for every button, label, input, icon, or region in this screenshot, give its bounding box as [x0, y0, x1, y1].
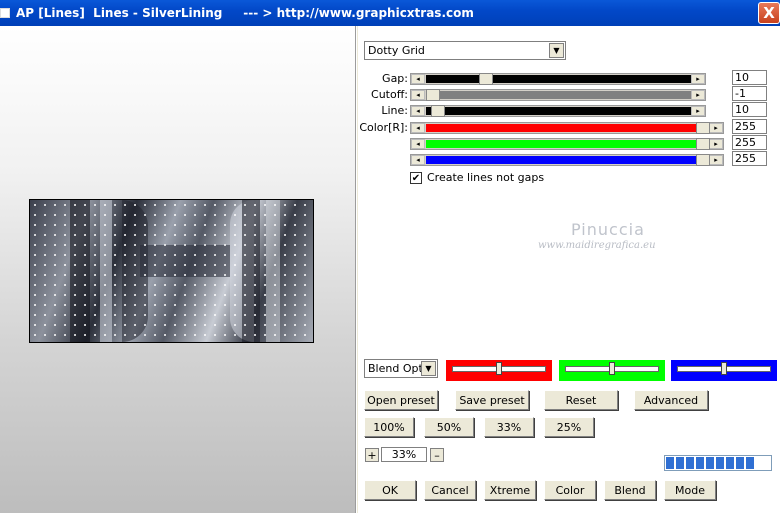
- arrow-right-icon[interactable]: ▸: [709, 155, 723, 165]
- slider-label: Gap:: [382, 72, 408, 85]
- color-slider-thumb[interactable]: [496, 362, 502, 375]
- progress-segment: [666, 457, 674, 469]
- arrow-right-icon[interactable]: ▸: [709, 123, 723, 133]
- arrow-left-icon[interactable]: ◂: [411, 139, 425, 149]
- slider-label: Line:: [381, 104, 408, 117]
- progress-segment: [696, 457, 704, 469]
- create-lines-checkbox[interactable]: ✔: [410, 172, 422, 184]
- window-title: AP [Lines] Lines - SilverLining --- > ht…: [16, 6, 474, 20]
- progress-segment: [716, 457, 724, 469]
- blend-selected: Blend Options: [368, 362, 422, 375]
- open-preset-button[interactable]: Open preset: [364, 390, 438, 410]
- slider-value[interactable]: -1: [732, 86, 767, 101]
- controls-panel: Dotty Grid ▼ Gap: ◂ ▸ 10 Cutoff: ◂ ▸ -1 Line: ◂ ▸ 1…: [358, 26, 780, 513]
- zoom-minus-button[interactable]: –: [430, 448, 444, 462]
- preview-pane: [0, 26, 355, 513]
- reset-button[interactable]: Reset: [544, 390, 618, 410]
- color-slider[interactable]: [446, 360, 552, 381]
- watermark-name: Pinuccia: [571, 220, 645, 239]
- zoom-100-button[interactable]: 100%: [364, 417, 414, 437]
- slider-value[interactable]: 10: [732, 70, 767, 85]
- slider-label: Cutoff:: [371, 88, 408, 101]
- slider-value[interactable]: 255: [732, 151, 767, 166]
- arrow-right-icon[interactable]: ▸: [691, 74, 705, 84]
- window-icon: [0, 8, 10, 18]
- close-button[interactable]: X: [758, 2, 780, 24]
- slider-value[interactable]: 255: [732, 119, 767, 134]
- color-button[interactable]: Color: [544, 480, 596, 500]
- slider-fill: [426, 91, 692, 99]
- checkmark-icon: ✔: [411, 172, 421, 184]
- color-slider[interactable]: [559, 360, 665, 381]
- cancel-button[interactable]: Cancel: [424, 480, 476, 500]
- arrow-left-icon[interactable]: ◂: [411, 123, 425, 133]
- slider-thumb[interactable]: [696, 122, 710, 134]
- color-slider[interactable]: [671, 360, 777, 381]
- slider-track[interactable]: ◂ ▸: [410, 122, 724, 134]
- arrow-left-icon[interactable]: ◂: [411, 155, 425, 165]
- slider-thumb[interactable]: [479, 73, 494, 85]
- xtreme-button[interactable]: Xtreme: [484, 480, 536, 500]
- advanced-button[interactable]: Advanced: [634, 390, 708, 410]
- ok-button[interactable]: OK: [364, 480, 416, 500]
- arrow-left-icon[interactable]: ◂: [411, 106, 425, 116]
- save-preset-button[interactable]: Save preset: [455, 390, 529, 410]
- slider-track[interactable]: ◂ ▸: [410, 89, 706, 101]
- progress-bar: [664, 455, 772, 471]
- create-lines-label: Create lines not gaps: [427, 171, 545, 184]
- slider-fill: [426, 124, 710, 132]
- preset-dropdown[interactable]: Dotty Grid ▼: [364, 41, 566, 60]
- zoom-field[interactable]: 33%: [381, 447, 427, 462]
- progress-segment: [706, 457, 714, 469]
- title-bar: AP [Lines] Lines - SilverLining --- > ht…: [0, 0, 780, 26]
- slider-label: Color[R]:: [359, 121, 408, 134]
- slider-thumb[interactable]: [431, 105, 446, 117]
- progress-segment: [746, 457, 754, 469]
- slider-thumb[interactable]: [696, 154, 710, 166]
- progress-segment: [726, 457, 734, 469]
- slider-fill: [426, 75, 692, 83]
- preset-selected: Dotty Grid: [368, 44, 425, 57]
- color-slider-thumb[interactable]: [721, 362, 727, 375]
- slider-fill: [426, 156, 710, 164]
- blend-button[interactable]: Blend: [604, 480, 656, 500]
- arrow-left-icon[interactable]: ◂: [411, 74, 425, 84]
- progress-segment: [736, 457, 744, 469]
- arrow-right-icon[interactable]: ▸: [709, 139, 723, 149]
- arrow-right-icon[interactable]: ▸: [691, 90, 705, 100]
- arrow-right-icon[interactable]: ▸: [691, 106, 705, 116]
- slider-thumb[interactable]: [426, 89, 440, 101]
- slider-fill: [426, 107, 692, 115]
- zoom-50-button[interactable]: 50%: [424, 417, 474, 437]
- zoom-25-button[interactable]: 25%: [544, 417, 594, 437]
- slider-value[interactable]: 255: [732, 135, 767, 150]
- color-slider-thumb[interactable]: [609, 362, 615, 375]
- chevron-down-icon[interactable]: ▼: [421, 361, 436, 376]
- slider-thumb[interactable]: [696, 138, 710, 150]
- mode-button[interactable]: Mode: [664, 480, 716, 500]
- slider-track[interactable]: ◂ ▸: [410, 73, 706, 85]
- slider-track[interactable]: ◂ ▸: [410, 138, 724, 150]
- progress-segment: [676, 457, 684, 469]
- arrow-left-icon[interactable]: ◂: [411, 90, 425, 100]
- zoom-plus-button[interactable]: +: [365, 448, 379, 462]
- slider-fill: [426, 140, 710, 148]
- watermark-url: www.maidiregrafica.eu: [538, 240, 656, 251]
- zoom-33-button[interactable]: 33%: [484, 417, 534, 437]
- blend-dropdown[interactable]: Blend Options ▼: [364, 359, 438, 378]
- chevron-down-icon[interactable]: ▼: [549, 43, 564, 58]
- slider-value[interactable]: 10: [732, 102, 767, 117]
- slider-track[interactable]: ◂ ▸: [410, 105, 706, 117]
- progress-segment: [686, 457, 694, 469]
- preview-image[interactable]: [29, 199, 314, 343]
- slider-track[interactable]: ◂ ▸: [410, 154, 724, 166]
